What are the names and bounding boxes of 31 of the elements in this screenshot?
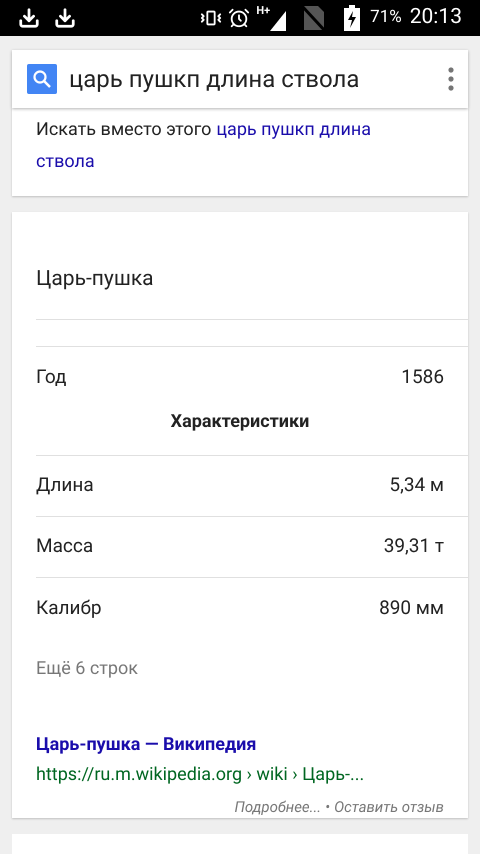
row-value: 5,34 м [389,472,444,498]
infobox-title: Царь-пушка [36,266,154,293]
suggestion-text: Искать вместо этого [36,118,212,142]
battery-percent: 71% [370,6,402,30]
row-label: Длина [36,472,94,498]
row-label: Год [36,364,66,390]
more-rows-link[interactable]: Ещё 6 строк [36,655,138,682]
search-query: царь пушкп длина ствола [69,64,360,95]
search-icon [27,64,57,94]
suggestion-link[interactable]: царь пушкп длина [216,114,372,146]
row-label: Масса [36,533,94,560]
suggestion-link[interactable]: ствола [36,146,95,178]
row-label: Калибр [36,594,102,621]
footer-link[interactable]: Оставить отзыв [334,796,444,818]
battery-charging-icon [344,5,360,31]
clock-time: 20:13 [410,4,462,32]
row-value: 890 мм [379,594,444,621]
row-value: 39,31 т [384,533,444,560]
more-options-icon[interactable] [448,67,454,91]
network-type: H+ [256,3,270,19]
bullet-separator: • [325,796,330,818]
download-icon [18,7,40,29]
section-heading: Характеристики [170,410,310,434]
footer-link[interactable]: Подробнее... [234,796,322,818]
signal-icon [270,11,286,31]
result-url: https://ru.m.wikipedia.org › wiki › Царь-... [36,762,366,786]
row-value: 1586 [401,364,444,390]
result-title-link[interactable]: Царь-пушка — Википедия [36,730,444,758]
download-icon [54,7,76,29]
search-bar[interactable]: царь пушкп длина ствола [12,50,468,108]
alarm-icon [228,7,250,29]
